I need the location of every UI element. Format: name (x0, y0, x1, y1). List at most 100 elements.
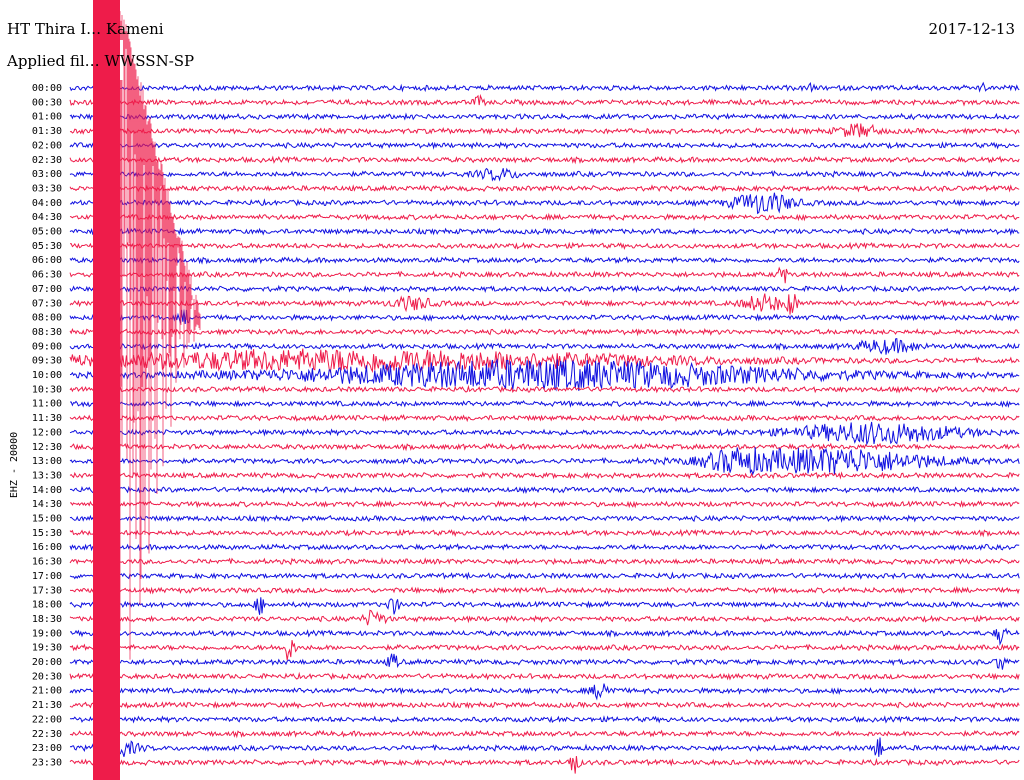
trace-line (69, 700, 1020, 710)
tick-label: 12:30 (32, 442, 62, 453)
trace-line (69, 284, 1020, 294)
trace-line (69, 241, 1020, 251)
trace-line (69, 543, 1020, 552)
trace-line (69, 192, 1020, 215)
trace-line (69, 184, 1020, 193)
trace-line (69, 309, 1020, 325)
tick-label: 07:30 (32, 298, 62, 309)
tick-label: 07:00 (32, 284, 62, 295)
trace-line (69, 653, 1020, 670)
tick-label: 19:00 (32, 628, 62, 639)
tick-label: 18:30 (32, 614, 62, 625)
trace-line (69, 421, 1020, 446)
tick-label: 03:00 (32, 169, 62, 180)
trace-line (69, 640, 1020, 661)
trace-line (69, 81, 1020, 93)
trace-line (69, 715, 1020, 724)
tick-label: 02:30 (32, 155, 62, 166)
trace-line (69, 737, 1020, 757)
tick-label: 04:00 (32, 198, 62, 209)
tick-label: 21:30 (32, 700, 62, 711)
trace-line (69, 471, 1020, 480)
trace-line (69, 485, 1020, 494)
trace-line (69, 167, 1020, 182)
tick-label: 01:30 (32, 126, 62, 137)
tick-label: 20:30 (32, 671, 62, 682)
trace-layer (69, 81, 1020, 774)
trace-line (69, 256, 1020, 265)
trace-line (69, 755, 1020, 774)
y-axis-label: EHZ - 20000 (9, 432, 20, 498)
trace-line (69, 123, 1020, 138)
tick-label: 23:00 (32, 743, 62, 754)
tick-label: 19:30 (32, 643, 62, 654)
tick-label: 05:30 (32, 241, 62, 252)
trace-line (69, 597, 1020, 615)
tick-label: 14:30 (32, 499, 62, 510)
tick-label: 00:00 (32, 83, 62, 94)
tick-label: 05:00 (32, 227, 62, 238)
record-date: 2017-12-13 (928, 20, 1015, 38)
tick-label: 20:00 (32, 657, 62, 668)
tick-label: 13:00 (32, 456, 62, 467)
tick-label: 18:00 (32, 600, 62, 611)
trace-line (69, 557, 1020, 566)
station-title: HT Thira I… Kameni (7, 20, 164, 38)
tick-label: 11:30 (32, 413, 62, 424)
tick-label: 06:30 (32, 270, 62, 281)
tick-label: 14:00 (32, 485, 62, 496)
tick-label: 11:00 (32, 399, 62, 410)
trace-line (70, 399, 1020, 408)
seismogram-plot: 00:00 00:30 01:00 01:30 02:00 02:30 03:00 03:30… (9, 0, 1020, 780)
tick-label: 13:30 (32, 470, 62, 481)
trace-line (69, 141, 1020, 150)
trace-line (70, 499, 1020, 509)
saturated-quake-band (93, 0, 120, 780)
trace-line (69, 227, 1020, 236)
trace-line (69, 212, 1020, 222)
tick-label: 10:00 (32, 370, 62, 381)
tick-label: 17:30 (32, 585, 62, 596)
tick-label: 22:00 (32, 714, 62, 725)
trace-line (69, 93, 1020, 107)
tick-label: 04:30 (32, 212, 62, 223)
trace-line (69, 328, 1020, 337)
trace-line (69, 671, 1020, 681)
trace-line (69, 627, 1020, 646)
trace-line (69, 155, 1020, 165)
time-tick-labels: 00:00 00:30 01:00 01:30 02:00 02:30 03:00 03:30… (32, 83, 62, 768)
trace-line (69, 609, 1020, 626)
trace-line (69, 348, 1020, 374)
tick-label: 06:00 (32, 255, 62, 266)
tick-label: 09:30 (32, 356, 62, 367)
trace-line (69, 442, 1020, 452)
tick-label: 15:00 (32, 514, 62, 525)
tick-label: 01:00 (32, 112, 62, 123)
tick-label: 02:00 (32, 140, 62, 151)
trace-line (69, 729, 1020, 739)
tick-label: 00:30 (32, 97, 62, 108)
tick-label: 22:30 (32, 729, 62, 740)
trace-line (69, 447, 1020, 476)
tick-label: 09:00 (32, 341, 62, 352)
trace-line (69, 585, 1020, 595)
tick-label: 12:00 (32, 427, 62, 438)
tick-label: 16:30 (32, 557, 62, 568)
trace-line (69, 683, 1020, 701)
trace-line (69, 514, 1020, 523)
trace-line (69, 413, 1020, 423)
tick-label: 21:00 (32, 686, 62, 697)
tick-label: 17:00 (32, 571, 62, 582)
main-quake-layer (93, 0, 201, 780)
tick-label: 03:30 (32, 183, 62, 194)
tick-label: 23:30 (32, 757, 62, 768)
trace-line (69, 571, 1020, 581)
trace-line (69, 293, 1020, 315)
trace-line (69, 112, 1020, 121)
trace-line (69, 266, 1020, 284)
tick-label: 08:30 (32, 327, 62, 338)
tick-label: 15:30 (32, 528, 62, 539)
tick-label: 08:00 (32, 313, 62, 324)
tick-label: 10:30 (32, 384, 62, 395)
tick-label: 16:00 (32, 542, 62, 553)
